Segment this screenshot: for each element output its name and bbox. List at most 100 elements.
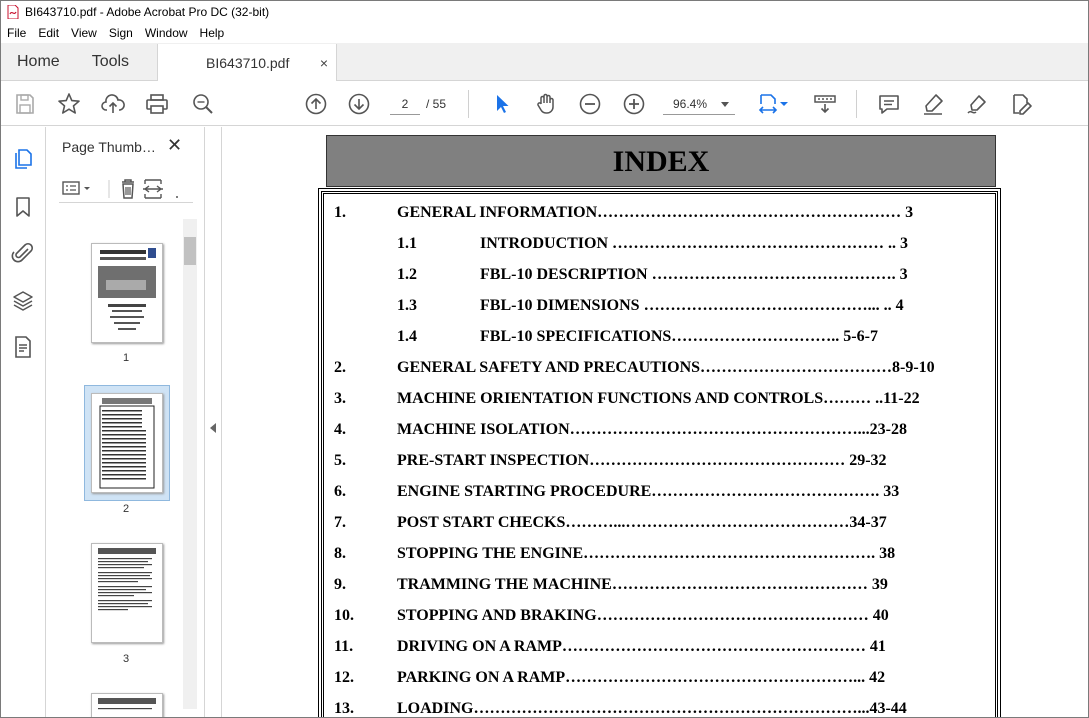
index-entry-number: 1. <box>334 204 346 221</box>
index-entry-number: 5. <box>334 452 346 469</box>
index-table: 1. GENERAL INFORMATION…………………………………………………… <box>318 188 1001 717</box>
attachments-icon[interactable] <box>11 241 35 265</box>
index-entry-number: 3. <box>334 390 346 407</box>
index-entry-number: 13. <box>334 700 354 717</box>
hand-tool-icon[interactable] <box>534 92 558 116</box>
index-entry-number: 12. <box>334 669 354 686</box>
thumbnail-tools <box>59 177 193 203</box>
index-entry-text: GENERAL SAFETY AND PRECAUTIONS…………………………… <box>397 359 935 376</box>
index-entry-text: ENGINE STARTING PROCEDURE…………………………………….… <box>397 483 900 500</box>
toolbar-divider <box>468 90 469 118</box>
menu-window[interactable]: Window <box>139 26 194 40</box>
fill-sign-icon[interactable] <box>965 92 989 116</box>
acrobat-window: BI643710.pdf - Adobe Acrobat Pro DC (32-… <box>0 0 1089 718</box>
zoom-level-dropdown[interactable]: 96.4% <box>663 93 735 115</box>
index-entry-number: 10. <box>334 607 354 624</box>
page-total: / 55 <box>426 97 447 111</box>
document-tab-label: BI643710.pdf <box>206 54 290 71</box>
close-panel-icon[interactable]: ✕ <box>167 135 182 156</box>
options-menu-icon <box>62 181 90 195</box>
window-title: BI643710.pdf - Adobe Acrobat Pro DC (32-… <box>25 5 270 19</box>
save-icon[interactable] <box>13 92 37 116</box>
scroll-mode-icon[interactable] <box>813 92 837 116</box>
page-thumbnails-panel: Page Thumb… ✕ 1 2 3 <box>47 127 205 717</box>
collapse-panel-icon[interactable] <box>210 423 216 433</box>
zoom-in-icon[interactable] <box>622 92 646 116</box>
tab-home[interactable]: Home <box>1 43 76 80</box>
index-entry-number: 7. <box>334 514 346 531</box>
zoom-level-value: 96.4% <box>673 97 708 111</box>
thumbnail-label: 2 <box>122 503 130 515</box>
menu-bar: File Edit View Sign Window Help <box>1 23 1088 43</box>
index-entry-number: 11. <box>334 638 354 655</box>
menu-view[interactable]: View <box>65 26 103 40</box>
panel-splitter[interactable] <box>206 127 222 717</box>
select-cursor-icon[interactable] <box>490 92 514 116</box>
upload-cloud-icon[interactable] <box>101 92 125 116</box>
highlight-pen-icon[interactable] <box>921 92 945 116</box>
panel-title: Page Thumb… <box>62 139 156 155</box>
index-entry-text: TRAMMING THE MACHINE………………………………………… 39 <box>397 576 888 593</box>
thumbnail-page-4[interactable] <box>91 693 163 717</box>
tab-document[interactable]: BI643710.pdf × <box>157 44 338 81</box>
index-entry-text: STOPPING THE ENGINE………………………………………………. 3… <box>397 545 896 562</box>
index-entry-number: 2. <box>334 359 346 376</box>
bookmark-star-icon[interactable] <box>57 92 81 116</box>
thumbnail-page-3[interactable] <box>91 543 163 643</box>
index-entry-number: 9. <box>334 576 346 593</box>
index-entry-text: INTRODUCTION …………………………………………… .. 3 <box>480 235 909 252</box>
bookmarks-icon[interactable] <box>11 195 35 219</box>
toolbar: 2 / 55 96.4% <box>1 82 1088 126</box>
index-entry-number: 1.3 <box>397 297 417 314</box>
zoom-out-icon[interactable] <box>578 92 602 116</box>
index-entry-text: MACHINE ORIENTATION FUNCTIONS AND CONTRO… <box>397 390 920 407</box>
index-entry-number: 1.2 <box>397 266 417 283</box>
tab-tools[interactable]: Tools <box>76 43 145 80</box>
index-entry-text: FBL-10 DIMENSIONS ……………………………………... .. 4 <box>480 297 904 314</box>
zoom-search-icon[interactable] <box>191 92 215 116</box>
comment-icon[interactable] <box>877 92 901 116</box>
page-fit-dropdown-icon[interactable] <box>779 92 789 116</box>
chevron-down-icon <box>721 102 729 107</box>
index-entry-number: 4. <box>334 421 346 438</box>
menu-help[interactable]: Help <box>194 26 231 40</box>
page-number-input[interactable]: 2 <box>390 93 420 115</box>
scrollbar-thumb[interactable] <box>184 237 196 265</box>
layers-icon[interactable] <box>11 289 35 313</box>
index-entry-number: 6. <box>334 483 346 500</box>
pdf-file-icon <box>7 4 19 20</box>
toolbar-divider <box>856 90 857 118</box>
index-entry-text: MACHINE ISOLATION………………………………………………...23… <box>397 421 907 438</box>
previous-page-icon[interactable] <box>304 92 328 116</box>
thumbnail-scrollbar[interactable] <box>183 219 197 709</box>
index-entry-text: LOADING………………………………………………………………...43-44 <box>397 700 907 717</box>
index-entry-text: FBL-10 SPECIFICATIONS………………………….. 5-6-7 <box>480 328 878 345</box>
extract-pages-icon <box>143 179 163 199</box>
thumbnail-label: 1 <box>122 352 130 364</box>
left-navigation-rail <box>1 127 46 717</box>
index-entry-number: 1.1 <box>397 235 417 252</box>
index-entry-number: 1.4 <box>397 328 417 345</box>
index-entry-text: PARKING ON A RAMP………………………………………………... 4… <box>397 669 886 686</box>
index-entry-text: DRIVING ON A RAMP………………………………………………… 41 <box>397 638 886 655</box>
edit-pdf-icon[interactable] <box>1009 92 1033 116</box>
document-content-icon[interactable] <box>11 335 35 359</box>
next-page-icon[interactable] <box>347 92 371 116</box>
tab-bar: Home Tools BI643710.pdf × <box>1 43 1088 81</box>
delete-page-icon <box>122 179 134 199</box>
index-entry-text: PRE-START INSPECTION………………………………………… 29-… <box>397 452 887 469</box>
thumbnail-page-1[interactable] <box>91 243 163 343</box>
close-tab-icon[interactable]: × <box>320 55 328 71</box>
menu-file[interactable]: File <box>1 26 32 40</box>
title-bar: BI643710.pdf - Adobe Acrobat Pro DC (32-… <box>1 1 1088 23</box>
document-view[interactable]: INDEX 1. GENERAL INFORMATION…………………………………… <box>223 127 1088 717</box>
menu-sign[interactable]: Sign <box>103 26 139 40</box>
index-entry-text: POST START CHECKS………...……………………………………34-… <box>397 514 887 531</box>
menu-edit[interactable]: Edit <box>32 26 65 40</box>
thumbnail-page-2[interactable] <box>91 393 163 493</box>
page-fit-icon[interactable] <box>757 92 781 116</box>
index-entry-number: 8. <box>334 545 346 562</box>
index-entry-text: GENERAL INFORMATION………………………………………………… 3 <box>397 204 914 221</box>
page-thumbnails-icon[interactable] <box>11 147 35 171</box>
print-icon[interactable] <box>145 92 169 116</box>
